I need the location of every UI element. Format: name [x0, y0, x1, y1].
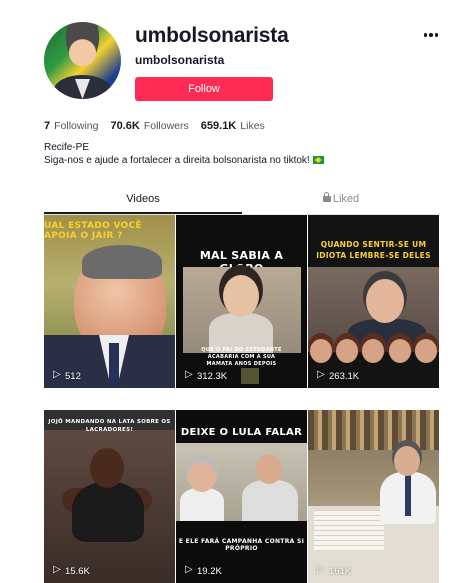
thumbnail-bookshelf	[308, 410, 439, 450]
brazil-flag-icon	[312, 156, 324, 164]
likes-label: Likes	[240, 120, 265, 132]
play-icon	[53, 369, 61, 381]
view-count: 512	[65, 371, 81, 382]
thumbnail-inset	[241, 368, 259, 384]
lock-icon	[322, 192, 331, 202]
thumbnail-person-right	[256, 454, 282, 484]
play-icon	[317, 564, 325, 576]
video-card[interactable]: JOJÔ MANDANDO NA LATA SOBRE OS LACRADORE…	[44, 410, 175, 583]
profile-nickname: umbolsonarista	[135, 53, 225, 67]
profile-stats: 7 Following 70.6K Followers 659.1K Likes	[44, 120, 265, 132]
play-icon	[185, 369, 193, 381]
more-options-icon[interactable]	[422, 26, 440, 44]
play-icon	[185, 564, 193, 576]
play-icon	[53, 564, 61, 576]
video-caption: JOJÔ MANDANDO NA LATA SOBRE OS LACRADORE…	[48, 419, 171, 433]
view-count: 19.2K	[197, 566, 222, 577]
video-subcaption: QUE O PAI DO ESTUDANTE ACABARIA COM A SU…	[201, 347, 282, 367]
view-count: 15.6K	[65, 566, 90, 577]
video-card[interactable]: MAL SABIA A GLOBO QUE O PAI DO ESTUDANTE…	[176, 215, 307, 388]
profile-tabs: Videos Liked	[44, 190, 440, 215]
thumbnail-hair	[82, 245, 162, 279]
thumbnail-dress	[72, 482, 144, 542]
thumbnail-person	[90, 448, 124, 488]
thumbnail-person	[366, 279, 404, 323]
video-views: 263.1K	[317, 369, 360, 382]
thumbnail-faces	[308, 335, 439, 367]
video-card[interactable]: 161K	[308, 410, 439, 583]
thumbnail-papers	[314, 510, 384, 550]
likes-stat: 659.1K Likes	[201, 120, 265, 132]
tab-liked-label: Liked	[332, 193, 360, 205]
video-card[interactable]: DEIXE O LULA FALAR E ELE FARÁ CAMPANHA C…	[176, 410, 307, 583]
view-count: 263.1K	[329, 371, 360, 382]
followers-stat[interactable]: 70.6K Followers	[110, 120, 188, 132]
video-card[interactable]: QUANDO SENTIR-SE UM IDIOTA LEMBRE-SE DEL…	[308, 215, 439, 388]
follow-button[interactable]: Follow	[135, 77, 273, 101]
video-views: 161K	[317, 564, 352, 577]
bio-location: Recife-PE	[44, 142, 90, 153]
video-caption: DEIXE O LULA FALAR	[180, 427, 303, 438]
view-count: 312.3K	[197, 371, 228, 382]
profile-avatar	[44, 22, 121, 99]
video-card[interactable]: UAL ESTADO VOCÊ APOIA O JAIR ? 512	[44, 215, 175, 388]
thumbnail-person-right-body	[242, 480, 298, 521]
bio-text: Siga-nos e ajude a fortalecer a direita …	[44, 155, 310, 166]
following-stat[interactable]: 7 Following	[44, 120, 98, 132]
followers-label: Followers	[143, 120, 189, 132]
video-caption: QUANDO SENTIR-SE UM IDIOTA LEMBRE-SE DEL…	[316, 240, 431, 260]
profile-username: umbolsonarista	[135, 24, 289, 47]
thumbnail-person-left	[188, 462, 216, 492]
bio-description: Siga-nos e ajude a fortalecer a direita …	[44, 155, 324, 166]
video-views: 15.6K	[53, 564, 90, 577]
video-subcaption: E ELE FARÁ CAMPANHA CONTRA SI PRÓPRIO	[178, 538, 305, 552]
active-tab-indicator	[44, 212, 242, 214]
play-icon	[317, 369, 325, 381]
tab-videos-label: Videos	[126, 193, 160, 205]
following-count: 7	[44, 120, 51, 132]
video-views: 19.2K	[185, 564, 222, 577]
thumbnail-tie	[109, 343, 119, 388]
video-views: 512	[53, 369, 81, 382]
thumbnail-person-left-body	[180, 488, 224, 521]
followers-count: 70.6K	[110, 120, 140, 132]
thumbnail-face	[223, 275, 259, 317]
thumbnail-person	[394, 446, 420, 476]
video-caption: UAL ESTADO VOCÊ APOIA O JAIR ?	[44, 221, 142, 241]
tab-videos[interactable]: Videos	[44, 190, 242, 214]
view-count: 161K	[329, 566, 352, 577]
tab-liked[interactable]: Liked	[242, 190, 440, 214]
following-label: Following	[54, 120, 99, 132]
likes-count: 659.1K	[200, 120, 237, 132]
video-views: 312.3K	[185, 369, 228, 382]
thumbnail-tie	[405, 474, 411, 516]
